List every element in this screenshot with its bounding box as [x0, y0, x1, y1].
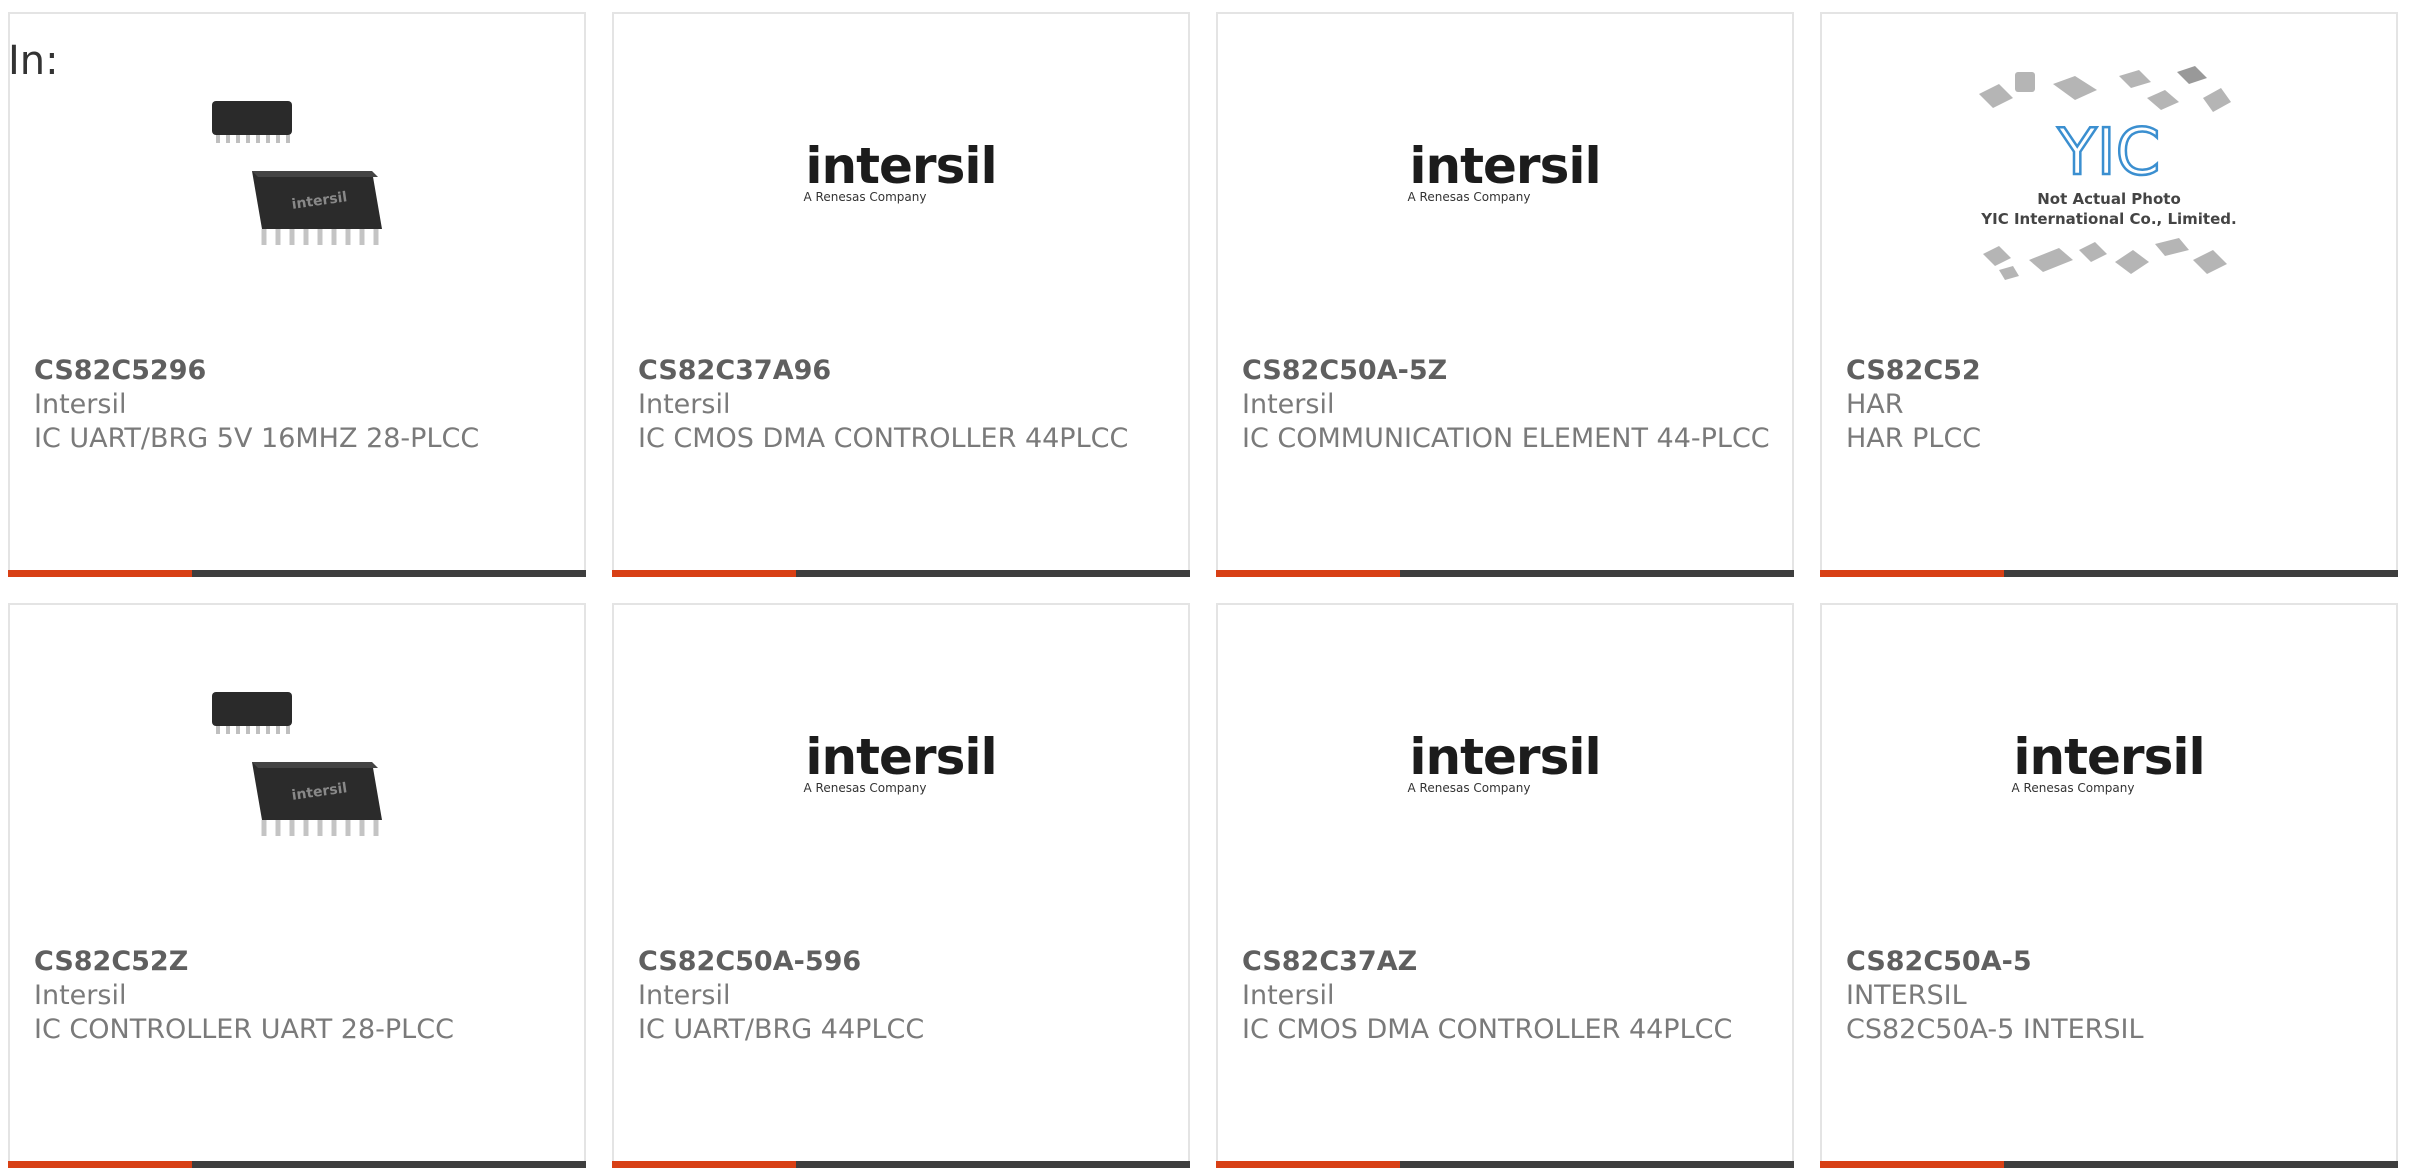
product-info: CS82C50A-5 INTERSIL CS82C50A-5 INTERSIL	[1846, 945, 2376, 1047]
manufacturer: INTERSIL	[1846, 980, 1967, 1011]
product-image[interactable]: intersil	[10, 645, 584, 895]
manufacturer: Intersil	[1242, 389, 1335, 420]
manufacturer: HAR	[1846, 389, 1904, 420]
product-image[interactable]: intersil A Renesas Company	[614, 54, 1188, 304]
product-image[interactable]: intersil	[10, 54, 584, 304]
svg-text:YIC: YIC	[2057, 116, 2161, 190]
description: IC CMOS DMA CONTROLLER 44PLCC	[638, 423, 1129, 454]
page-heading: In:	[8, 38, 59, 84]
svg-text:A Renesas Company: A Renesas Company	[1408, 190, 1531, 204]
manufacturer: Intersil	[638, 389, 731, 420]
product-image[interactable]: intersil A Renesas Company	[1218, 54, 1792, 304]
svg-text:YIC International Co., Limited: YIC International Co., Limited.	[1980, 210, 2236, 228]
product-card[interactable]: intersil A Renesas Company CS82C50A-5Z I…	[1216, 12, 1794, 577]
product-grid: intersil CS82C5296 Intersil IC UART/BRG …	[8, 12, 2398, 1168]
intersil-logo-icon: intersil A Renesas Company	[1408, 730, 1602, 795]
card-accent	[1216, 570, 1400, 577]
part-number[interactable]: CS82C52	[1846, 354, 2376, 388]
product-card[interactable]: intersil CS82C5296 Intersil IC UART/BRG …	[8, 12, 586, 577]
description: IC COMMUNICATION ELEMENT 44-PLCC	[1242, 423, 1770, 454]
chip-photo-icon: intersil	[212, 692, 382, 836]
product-image[interactable]: intersil A Renesas Company	[1218, 645, 1792, 895]
chip-photo-icon: intersil	[212, 101, 382, 245]
product-image[interactable]: YIC Not Actual Photo YIC International C…	[1822, 54, 2396, 304]
part-number[interactable]: CS82C50A-5	[1846, 945, 2376, 979]
card-bottom-bar	[1216, 570, 1794, 577]
card-bottom-bar	[1820, 570, 2398, 577]
product-card[interactable]: intersil CS82C52Z Intersil IC CONTROLLER…	[8, 603, 586, 1168]
product-info: CS82C52 HAR HAR PLCC	[1846, 354, 2376, 456]
card-accent	[8, 570, 192, 577]
intersil-logo-icon: intersil A Renesas Company	[2012, 730, 2206, 795]
manufacturer: Intersil	[638, 980, 731, 1011]
description: IC CONTROLLER UART 28-PLCC	[34, 1014, 454, 1045]
svg-text:A Renesas Company: A Renesas Company	[804, 781, 927, 795]
manufacturer: Intersil	[34, 389, 127, 420]
svg-text:A Renesas Company: A Renesas Company	[1408, 781, 1531, 795]
description: IC UART/BRG 44PLCC	[638, 1014, 925, 1045]
part-number[interactable]: CS82C50A-5Z	[1242, 354, 1772, 388]
intersil-logo-icon: intersil A Renesas Company	[804, 139, 998, 204]
product-info: CS82C5296 Intersil IC UART/BRG 5V 16MHZ …	[34, 354, 564, 456]
product-info: CS82C50A-5Z Intersil IC COMMUNICATION EL…	[1242, 354, 1772, 456]
svg-text:intersil: intersil	[805, 139, 996, 195]
card-bottom-bar	[8, 570, 586, 577]
intersil-logo-icon: intersil A Renesas Company	[1408, 139, 1602, 204]
manufacturer: Intersil	[34, 980, 127, 1011]
yic-placeholder-icon: YIC Not Actual Photo YIC International C…	[1979, 66, 2237, 280]
part-number[interactable]: CS82C52Z	[34, 945, 564, 979]
description: IC UART/BRG 5V 16MHZ 28-PLCC	[34, 423, 480, 454]
part-number[interactable]: CS82C37A96	[638, 354, 1168, 388]
product-info: CS82C52Z Intersil IC CONTROLLER UART 28-…	[34, 945, 564, 1047]
product-image[interactable]: intersil A Renesas Company	[614, 645, 1188, 895]
part-number[interactable]: CS82C37AZ	[1242, 945, 1772, 979]
card-accent	[1820, 570, 2004, 577]
svg-text:intersil: intersil	[805, 730, 996, 786]
svg-text:intersil: intersil	[2013, 730, 2204, 786]
svg-text:intersil: intersil	[1409, 730, 1600, 786]
product-card[interactable]: intersil A Renesas Company CS82C50A-5 IN…	[1820, 603, 2398, 1168]
svg-text:intersil: intersil	[1409, 139, 1600, 195]
svg-text:A Renesas Company: A Renesas Company	[2012, 781, 2135, 795]
part-number[interactable]: CS82C5296	[34, 354, 564, 388]
description: IC CMOS DMA CONTROLLER 44PLCC	[1242, 1014, 1733, 1045]
product-info: CS82C37A96 Intersil IC CMOS DMA CONTROLL…	[638, 354, 1168, 456]
product-card[interactable]: intersil A Renesas Company CS82C50A-596 …	[612, 603, 1190, 1168]
product-card[interactable]: intersil A Renesas Company CS82C37AZ Int…	[1216, 603, 1794, 1168]
manufacturer: Intersil	[1242, 980, 1335, 1011]
svg-text:Not Actual Photo: Not Actual Photo	[2037, 190, 2181, 208]
intersil-logo-icon: intersil A Renesas Company	[804, 730, 998, 795]
product-card[interactable]: YIC Not Actual Photo YIC International C…	[1820, 12, 2398, 577]
description: HAR PLCC	[1846, 423, 1982, 454]
card-accent	[612, 570, 796, 577]
product-info: CS82C37AZ Intersil IC CMOS DMA CONTROLLE…	[1242, 945, 1772, 1047]
product-card[interactable]: intersil A Renesas Company CS82C37A96 In…	[612, 12, 1190, 577]
product-info: CS82C50A-596 Intersil IC UART/BRG 44PLCC	[638, 945, 1168, 1047]
part-number[interactable]: CS82C50A-596	[638, 945, 1168, 979]
svg-text:A Renesas Company: A Renesas Company	[804, 190, 927, 204]
product-image[interactable]: intersil A Renesas Company	[1822, 645, 2396, 895]
description: CS82C50A-5 INTERSIL	[1846, 1014, 2144, 1045]
card-bottom-bar	[612, 570, 1190, 577]
